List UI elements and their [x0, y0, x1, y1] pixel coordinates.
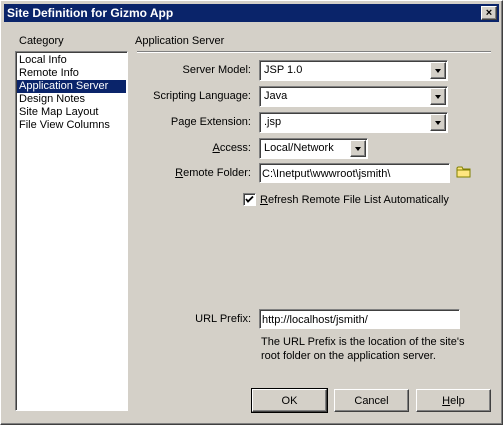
ok-button[interactable]: OK [251, 388, 328, 413]
remote-folder-field[interactable] [259, 163, 450, 183]
cancel-button[interactable]: Cancel [334, 389, 409, 412]
category-item-file-view-columns[interactable]: File View Columns [17, 119, 126, 132]
url-prefix-input[interactable] [262, 312, 457, 327]
url-prefix-help-line-1: The URL Prefix is the location of the si… [261, 336, 465, 348]
help-button-mnemonic: H [442, 394, 451, 407]
remote-folder-label-mnemonic: R [175, 167, 184, 179]
chevron-down-icon[interactable] [430, 62, 446, 79]
page-extension-label: Page Extension: [170, 116, 251, 128]
chevron-down-icon[interactable] [350, 140, 366, 157]
title-bar[interactable]: Site Definition for Gizmo App × [4, 4, 499, 22]
category-item-application-server[interactable]: Application Server [17, 80, 126, 93]
category-item-site-map-layout[interactable]: Site Map Layout [17, 106, 126, 119]
refresh-label-mnemonic: R [260, 194, 268, 206]
category-item-local-info[interactable]: Local Info [17, 54, 126, 67]
refresh-checkbox[interactable] [243, 193, 256, 206]
url-prefix-label: URL Prefix: [195, 313, 251, 325]
url-prefix-help: The URL Prefix is the location of the si… [261, 335, 481, 363]
close-button[interactable]: × [481, 6, 497, 20]
scripting-language-select[interactable]: Java [259, 86, 448, 107]
access-label-mnemonic: A [212, 142, 220, 154]
access-label: Access: [212, 142, 251, 154]
panel-heading: Application Server [135, 35, 225, 47]
site-definition-dialog: Site Definition for Gizmo App × Category… [0, 0, 503, 425]
category-list[interactable]: Local Info Remote Info Application Serve… [15, 51, 128, 411]
access-select[interactable]: Local/Network [259, 138, 368, 159]
scripting-language-label: Scripting Language: [153, 90, 251, 102]
scripting-language-value: Java [264, 90, 288, 102]
remote-folder-label-rest: emote Folder: [183, 167, 251, 179]
category-item-remote-info[interactable]: Remote Info [17, 67, 126, 80]
refresh-label-rest: efresh Remote File List Automatically [267, 194, 449, 206]
folder-icon[interactable] [456, 165, 472, 179]
refresh-label[interactable]: Refresh Remote File List Automatically [260, 194, 449, 206]
section-divider [137, 51, 491, 53]
page-extension-value: .jsp [264, 116, 282, 128]
server-model-value: JSP 1.0 [264, 64, 303, 76]
remote-folder-label: Remote Folder: [175, 167, 251, 179]
server-model-select[interactable]: JSP 1.0 [259, 60, 448, 81]
remote-folder-input[interactable] [262, 166, 447, 181]
help-button-rest: elp [450, 394, 465, 407]
category-item-design-notes[interactable]: Design Notes [17, 93, 126, 106]
url-prefix-help-line-2: root folder on the application server. [261, 350, 436, 362]
close-icon: × [485, 6, 493, 19]
chevron-down-icon[interactable] [430, 114, 446, 131]
access-value: Local/Network [264, 142, 334, 154]
access-label-rest: ccess: [219, 142, 251, 154]
help-button[interactable]: Help [416, 389, 491, 412]
chevron-down-icon[interactable] [430, 88, 446, 105]
category-heading: Category [19, 35, 64, 47]
page-extension-select[interactable]: .jsp [259, 112, 448, 133]
url-prefix-field[interactable] [259, 309, 460, 329]
window-title: Site Definition for Gizmo App [7, 6, 174, 20]
check-icon [245, 195, 254, 203]
server-model-label: Server Model: [182, 64, 251, 76]
